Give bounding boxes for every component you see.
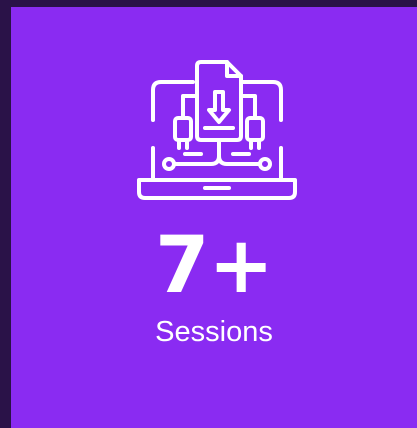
stat-value: 7+ xyxy=(155,221,274,311)
stat-card: 7+ Sessions xyxy=(11,7,417,428)
page-background: 7+ Sessions xyxy=(0,0,417,428)
laptop-download-icon xyxy=(131,52,303,202)
stat-label: Sessions xyxy=(155,316,273,348)
